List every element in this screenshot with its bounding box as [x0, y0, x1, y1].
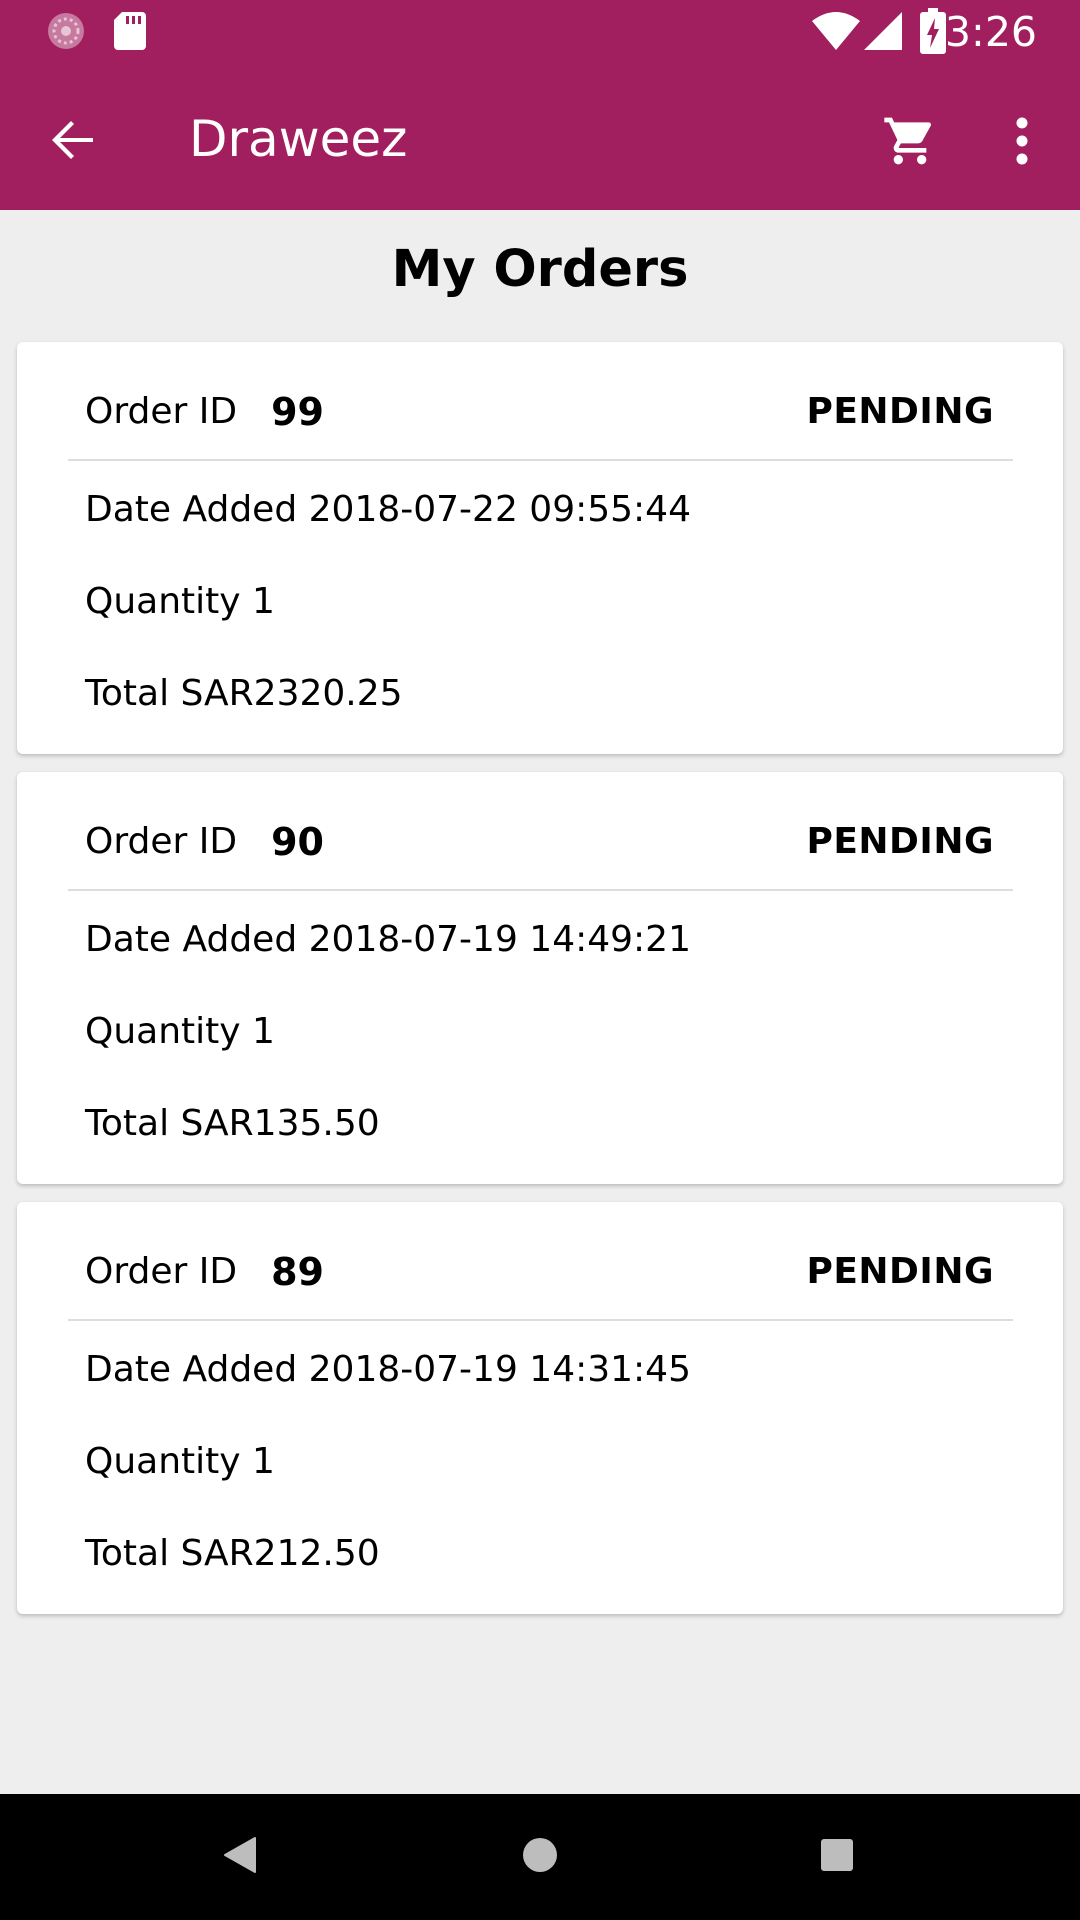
more-vert-icon: [1015, 117, 1029, 169]
nav-recents-button[interactable]: [797, 1817, 877, 1897]
back-arrow-icon: [49, 116, 97, 168]
order-date: Date Added 2018-07-19 14:49:21: [85, 919, 691, 960]
order-id-label: Order ID: [85, 821, 238, 862]
order-header: Order ID 89 PENDING: [85, 1247, 994, 1297]
order-id-value: 99: [271, 390, 324, 434]
status-badge: PENDING: [806, 391, 994, 432]
home-circle-icon: [522, 1837, 558, 1877]
back-button[interactable]: [38, 107, 108, 177]
divider: [68, 459, 1013, 461]
order-total: Total SAR2320.25: [85, 673, 403, 714]
nav-back-button[interactable]: [200, 1817, 280, 1897]
order-quantity: Quantity 1: [85, 1441, 275, 1482]
order-card[interactable]: Order ID 99 PENDING Date Added 2018-07-2…: [17, 342, 1063, 754]
clock: 3:26: [944, 8, 1037, 56]
order-total: Total SAR135.50: [85, 1103, 380, 1144]
order-total: Total SAR212.50: [85, 1533, 380, 1574]
recents-square-icon: [820, 1838, 854, 1876]
order-date: Date Added 2018-07-19 14:31:45: [85, 1349, 691, 1390]
signal-icon: [864, 12, 902, 50]
nav-home-button[interactable]: [500, 1817, 580, 1897]
battery-charging-icon: [920, 8, 946, 54]
cart-button[interactable]: [870, 103, 950, 183]
order-card[interactable]: Order ID 90 PENDING Date Added 2018-07-1…: [17, 772, 1063, 1184]
system-nav-bar: [0, 1794, 1080, 1920]
order-id-value: 90: [271, 820, 324, 864]
divider: [68, 1319, 1013, 1321]
back-triangle-icon: [223, 1836, 257, 1878]
order-date: Date Added 2018-07-22 09:55:44: [85, 489, 691, 530]
status-badge: PENDING: [806, 821, 994, 862]
divider: [68, 889, 1013, 891]
order-quantity: Quantity 1: [85, 581, 275, 622]
order-quantity: Quantity 1: [85, 1011, 275, 1052]
order-card[interactable]: Order ID 89 PENDING Date Added 2018-07-1…: [17, 1202, 1063, 1614]
page-title: My Orders: [391, 240, 689, 299]
status-badge: PENDING: [806, 1251, 994, 1292]
order-header: Order ID 90 PENDING: [85, 817, 994, 867]
order-id-label: Order ID: [85, 391, 238, 432]
order-header: Order ID 99 PENDING: [85, 387, 994, 437]
cart-icon: [882, 113, 938, 173]
camera-notification-icon: [46, 11, 86, 51]
app-title: Draweez: [189, 110, 408, 168]
status-bar: 3:26: [0, 0, 1080, 63]
order-id-value: 89: [271, 1250, 324, 1294]
overflow-menu-button[interactable]: [992, 103, 1052, 183]
app-bar: Draweez: [0, 63, 1080, 210]
order-id-label: Order ID: [85, 1251, 238, 1292]
wifi-icon: [812, 12, 860, 50]
sd-card-icon: [114, 12, 146, 50]
